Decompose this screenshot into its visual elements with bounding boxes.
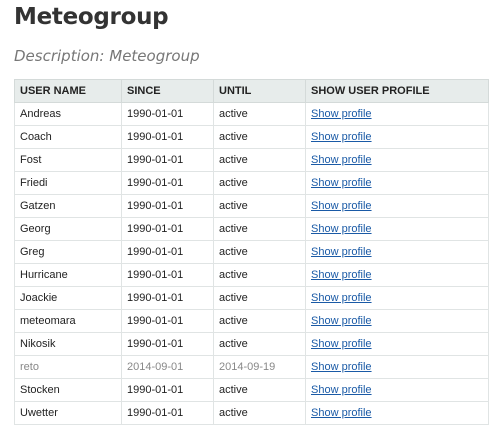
column-header-until: UNTIL [213,79,306,103]
since-cell: 1990-01-01 [121,148,214,172]
show-profile-link[interactable]: Show profile [311,407,372,419]
page-description: Description: Meteogroup [14,47,200,65]
user-name-cell: Stocken [14,378,122,402]
since-cell: 1990-01-01 [121,286,214,310]
user-name-cell: Coach [14,125,122,149]
users-table: USER NAME SINCE UNTIL SHOW USER PROFILE … [14,79,489,425]
since-cell: 1990-01-01 [121,378,214,402]
until-cell: active [213,263,306,287]
until-cell: active [213,125,306,149]
user-name-cell: Uwetter [14,401,122,425]
user-name-cell: Gatzen [14,194,122,218]
until-cell: active [213,148,306,172]
user-name-cell: Joackie [14,286,122,310]
user-name-cell: Hurricane [14,263,122,287]
show-profile-cell: Show profile [305,401,489,425]
users-table-body: Andreas 1990-01-01 active Show profile Coach… [14,102,489,425]
table-row: meteomara 1990-01-01 active Show profile [14,309,489,333]
show-profile-cell: Show profile [305,286,489,310]
table-row: Coach 1990-01-01 active Show profile [14,125,489,149]
show-profile-link[interactable]: Show profile [311,315,372,327]
table-row: Joackie 1990-01-01 active Show profile [14,286,489,310]
user-name-cell: Friedi [14,171,122,195]
since-cell: 1990-01-01 [121,125,214,149]
show-profile-cell: Show profile [305,378,489,402]
column-header-since: SINCE [121,79,214,103]
since-cell: 1990-01-01 [121,401,214,425]
since-cell: 1990-01-01 [121,171,214,195]
table-row: Fost 1990-01-01 active Show profile [14,148,489,172]
show-profile-link[interactable]: Show profile [311,200,372,212]
table-row: Georg 1990-01-01 active Show profile [14,217,489,241]
show-profile-cell: Show profile [305,355,489,379]
until-cell: active [213,286,306,310]
table-row: Andreas 1990-01-01 active Show profile [14,102,489,126]
user-name-cell: meteomara [14,309,122,333]
since-cell: 1990-01-01 [121,194,214,218]
user-name-cell: Fost [14,148,122,172]
since-cell: 1990-01-01 [121,309,214,333]
show-profile-link[interactable]: Show profile [311,223,372,235]
until-cell: 2014-09-19 [213,355,306,379]
show-profile-cell: Show profile [305,125,489,149]
user-name-cell: Georg [14,217,122,241]
until-cell: active [213,401,306,425]
show-profile-link[interactable]: Show profile [311,177,372,189]
show-profile-cell: Show profile [305,240,489,264]
show-profile-link[interactable]: Show profile [311,131,372,143]
user-name-cell: reto [14,355,122,379]
until-cell: active [213,378,306,402]
show-profile-link[interactable]: Show profile [311,154,372,166]
show-profile-link[interactable]: Show profile [311,338,372,350]
until-cell: active [213,240,306,264]
user-name-cell: Andreas [14,102,122,126]
table-row: Stocken 1990-01-01 active Show profile [14,378,489,402]
show-profile-cell: Show profile [305,171,489,195]
since-cell: 2014-09-01 [121,355,214,379]
table-header-row: USER NAME SINCE UNTIL SHOW USER PROFILE [14,79,489,103]
since-cell: 1990-01-01 [121,217,214,241]
table-row: Nikosik 1990-01-01 active Show profile [14,332,489,356]
show-profile-link[interactable]: Show profile [311,246,372,258]
column-header-user-name: USER NAME [14,79,122,103]
show-profile-link[interactable]: Show profile [311,384,372,396]
since-cell: 1990-01-01 [121,332,214,356]
show-profile-link[interactable]: Show profile [311,108,372,120]
page-title: Meteogroup [14,4,169,30]
show-profile-cell: Show profile [305,102,489,126]
until-cell: active [213,332,306,356]
table-row: Greg 1990-01-01 active Show profile [14,240,489,264]
since-cell: 1990-01-01 [121,240,214,264]
until-cell: active [213,194,306,218]
show-profile-cell: Show profile [305,309,489,333]
since-cell: 1990-01-01 [121,263,214,287]
column-header-show-user-profile: SHOW USER PROFILE [305,79,489,103]
table-row: Gatzen 1990-01-01 active Show profile [14,194,489,218]
show-profile-cell: Show profile [305,217,489,241]
show-profile-link[interactable]: Show profile [311,269,372,281]
show-profile-cell: Show profile [305,263,489,287]
until-cell: active [213,309,306,333]
table-row: Hurricane 1990-01-01 active Show profile [14,263,489,287]
until-cell: active [213,171,306,195]
table-row: Friedi 1990-01-01 active Show profile [14,171,489,195]
table-row: Uwetter 1990-01-01 active Show profile [14,401,489,425]
since-cell: 1990-01-01 [121,102,214,126]
table-row: reto 2014-09-01 2014-09-19 Show profile [14,355,489,379]
show-profile-cell: Show profile [305,148,489,172]
user-name-cell: Greg [14,240,122,264]
user-name-cell: Nikosik [14,332,122,356]
until-cell: active [213,217,306,241]
show-profile-cell: Show profile [305,194,489,218]
show-profile-link[interactable]: Show profile [311,361,372,373]
show-profile-link[interactable]: Show profile [311,292,372,304]
until-cell: active [213,102,306,126]
show-profile-cell: Show profile [305,332,489,356]
